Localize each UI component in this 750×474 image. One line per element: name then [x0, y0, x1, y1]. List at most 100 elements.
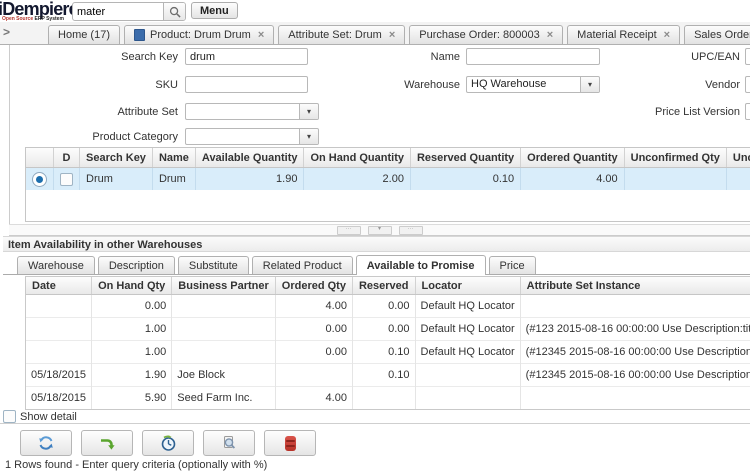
table-row[interactable]: 1.00 0.00 0.10 Default HQ Locator (#1234… [26, 341, 750, 364]
panel-splitter[interactable]: ··· ▾ ··· [9, 224, 750, 236]
sku-label: SKU [58, 79, 178, 91]
tab-product[interactable]: Product: Drum Drum × [124, 25, 274, 44]
attribute-set-combo[interactable]: ▾ [185, 103, 319, 120]
tab-material-receipt[interactable]: Material Receipt × [567, 25, 680, 44]
close-icon[interactable]: × [664, 29, 670, 41]
column-header-reserved-qty[interactable]: Reserved Quantity [410, 148, 520, 168]
vendor-label: Vendor [620, 79, 740, 91]
table-cell: 1.90 [195, 168, 304, 191]
panel-border [9, 45, 10, 235]
close-icon[interactable]: × [547, 29, 553, 41]
search-icon[interactable] [163, 3, 185, 20]
zoom-button[interactable] [203, 430, 255, 456]
tab-related-product[interactable]: Related Product [252, 256, 353, 274]
column-header-name[interactable]: Name [152, 148, 195, 168]
tab-description[interactable]: Description [98, 256, 175, 274]
menu-button[interactable]: Menu [191, 2, 238, 19]
column-header-ordered-qty[interactable]: Ordered Quantity [521, 148, 624, 168]
tab-scroll-right-icon[interactable]: > [3, 25, 10, 43]
availability-tabbar: Warehouse Description Substitute Related… [3, 254, 750, 275]
table-cell: 2.00 [304, 168, 411, 191]
tab-price[interactable]: Price [489, 256, 536, 274]
splitter-grip-icon[interactable]: ··· [337, 226, 361, 235]
upc-label: UPC/EAN [620, 51, 740, 63]
close-icon[interactable]: × [258, 29, 264, 41]
column-header-onhand[interactable]: On Hand Qty [92, 277, 172, 295]
table-row[interactable]: 05/18/2015 5.90 Seed Farm Inc. 4.00 Purc… [26, 387, 750, 410]
splitter-grip-icon[interactable]: ··· [399, 226, 423, 235]
chevron-down-icon[interactable]: ▾ [299, 104, 318, 119]
section-title: Item Availability in other Warehouses [3, 236, 750, 252]
column-header-attribute-set-instance[interactable]: Attribute Set Instance [520, 277, 750, 295]
sku-input[interactable] [185, 76, 308, 93]
zoom-document-icon [221, 435, 237, 451]
table-row[interactable]: 05/18/2015 1.90 Joe Block 0.10 (#12345 2… [26, 364, 750, 387]
search-key-input[interactable] [185, 48, 308, 65]
history-clock-icon [160, 435, 177, 452]
ok-button[interactable] [81, 430, 133, 456]
warehouse-label: Warehouse [340, 79, 460, 91]
column-header-date[interactable]: Date [26, 277, 92, 295]
vendor-input[interactable] [745, 76, 750, 93]
toolbar-divider [0, 423, 750, 424]
show-detail-checkbox[interactable] [3, 410, 16, 423]
name-label: Name [340, 51, 460, 63]
column-header-select[interactable] [26, 148, 54, 168]
chevron-down-icon[interactable]: ▾ [299, 129, 318, 144]
history-button[interactable] [142, 430, 194, 456]
tab-sales-order[interactable]: Sales Order: 50000 × [684, 25, 750, 44]
tab-attribute-set[interactable]: Attribute Set: Drum × [278, 25, 405, 44]
warehouse-combo[interactable]: HQ Warehouse ▾ [466, 76, 600, 93]
column-header-unconfirmed-move-qty[interactable]: Unconfirmed Move Qty [726, 148, 750, 168]
column-header-unconfirmed-qty[interactable]: Unconfirmed Qty [624, 148, 726, 168]
column-header-available-qty[interactable]: Available Quantity [195, 148, 304, 168]
search-key-label: Search Key [58, 51, 178, 63]
atp-table: Date On Hand Qty Business Partner Ordere… [25, 276, 750, 410]
show-detail-label: Show detail [20, 411, 77, 423]
close-icon[interactable]: × [389, 29, 395, 41]
refresh-button[interactable] [20, 430, 72, 456]
global-search [72, 2, 186, 21]
tab-home[interactable]: Home (17) [48, 25, 120, 44]
price-list-version-label: Price List Version [610, 106, 740, 118]
table-row[interactable]: Drum Drum 1.90 2.00 0.10 4.00 [26, 168, 750, 191]
table-cell [624, 168, 726, 191]
refresh-icon [38, 435, 54, 451]
table-cell [726, 168, 750, 191]
column-header-ordered[interactable]: Ordered Qty [275, 277, 352, 295]
green-arrow-icon [99, 435, 115, 451]
tab-warehouse[interactable]: Warehouse [17, 256, 95, 274]
table-row[interactable]: 1.00 0.00 0.00 Default HQ Locator (#123 … [26, 318, 750, 341]
table-cell: 4.00 [521, 168, 624, 191]
row-checkbox[interactable] [60, 173, 73, 186]
column-header-d[interactable]: D [54, 148, 80, 168]
column-header-locator[interactable]: Locator [415, 277, 520, 295]
product-category-combo[interactable]: ▾ [185, 128, 319, 145]
name-input[interactable] [466, 48, 600, 65]
storage-button[interactable] [264, 430, 316, 456]
chevron-down-icon[interactable]: ▾ [580, 77, 599, 92]
bottom-toolbar [20, 430, 316, 456]
global-search-input[interactable] [73, 3, 163, 20]
table-cell: Drum [80, 168, 153, 191]
splitter-collapse-icon[interactable]: ▾ [368, 226, 392, 235]
database-icon [285, 436, 296, 451]
product-cube-icon [134, 29, 145, 41]
table-row[interactable]: 0.00 4.00 0.00 Default HQ Locator HQ War… [26, 295, 750, 318]
tab-purchase-order[interactable]: Purchase Order: 800003 × [409, 25, 563, 44]
column-header-reserved[interactable]: Reserved [352, 277, 415, 295]
column-header-onhand-qty[interactable]: On Hand Quantity [304, 148, 411, 168]
tab-available-to-promise[interactable]: Available to Promise [356, 255, 486, 275]
tab-substitute[interactable]: Substitute [178, 256, 249, 274]
row-radio[interactable] [32, 172, 47, 187]
upc-input[interactable] [745, 48, 750, 65]
column-header-search-key[interactable]: Search Key [80, 148, 153, 168]
attribute-set-label: Attribute Set [58, 106, 178, 118]
status-bar: 1 Rows found - Enter query criteria (opt… [0, 457, 750, 474]
table-cell: 0.10 [410, 168, 520, 191]
product-category-label: Product Category [58, 131, 178, 143]
column-header-business-partner[interactable]: Business Partner [172, 277, 275, 295]
table-cell: Drum [152, 168, 195, 191]
price-list-version-input[interactable] [745, 103, 750, 120]
window-tabbar: > Home (17) Product: Drum Drum × Attribu… [0, 22, 750, 45]
